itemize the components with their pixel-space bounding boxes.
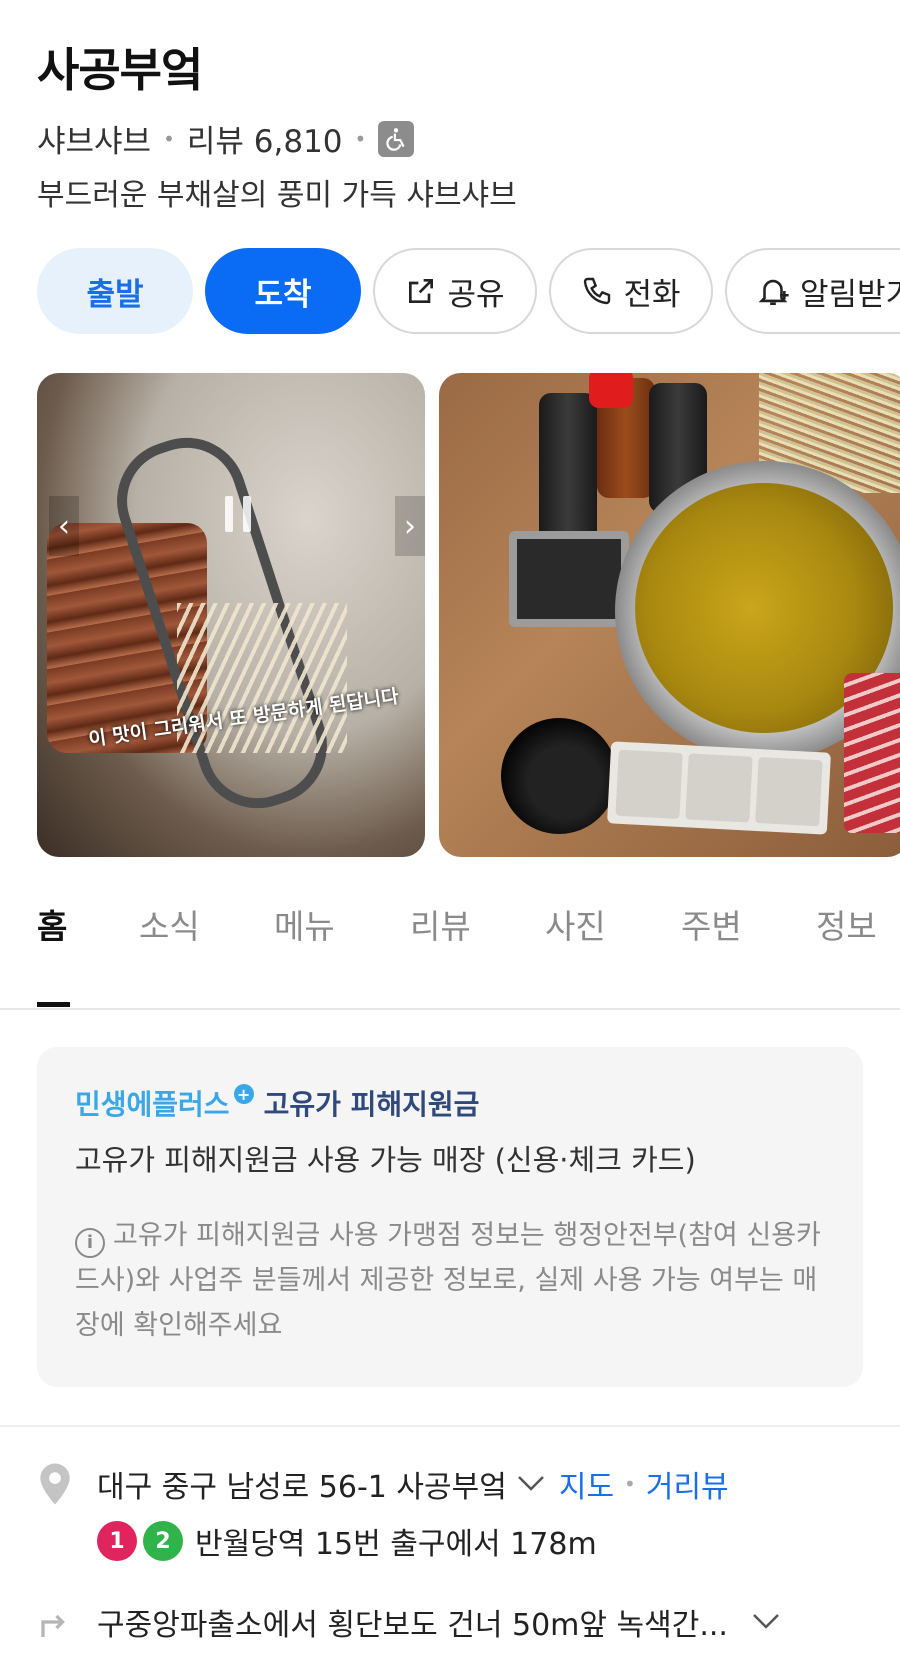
promo-brand-logo: 민생에플러스 + 고유가 피해지원금 <box>75 1083 479 1123</box>
tab-photos[interactable]: 사진 <box>545 900 606 948</box>
promo-note-text: 고유가 피해지원금 사용 가맹점 정보는 행정안전부(참여 신용카드사)와 사업… <box>75 1220 821 1341</box>
tab-news[interactable]: 소식 <box>139 900 200 948</box>
address-row: 대구 중구 남성로 56-1 사공부엌 지도 • 거리뷰 <box>37 1462 729 1506</box>
sauce-tray-image <box>607 741 831 835</box>
promo-title: 고유가 피해지원금 사용 가능 매장 (신용·체크 카드) <box>75 1143 696 1177</box>
directions-row[interactable]: 구중앙파출소에서 횡단보도 건너 50m앞 녹색간... <box>37 1600 780 1644</box>
raw-beef-image <box>844 673 900 833</box>
review-count-link[interactable]: 리뷰 6,810 <box>187 116 343 161</box>
tab-home[interactable]: 홈 <box>37 900 67 948</box>
place-name: 사공부엌 <box>37 43 203 97</box>
call-button[interactable]: 전화 <box>549 248 713 334</box>
alert-label: 알림받기 <box>799 276 900 313</box>
tab-menu[interactable]: 메뉴 <box>274 900 335 948</box>
alert-button[interactable]: 알림받기 <box>725 248 900 334</box>
chevron-down-icon[interactable] <box>517 1469 545 1499</box>
place-meta: 샤브샤브 • 리뷰 6,810 • <box>37 116 415 161</box>
tab-reviews[interactable]: 리뷰 <box>410 900 471 948</box>
photo-thumbnail[interactable] <box>439 373 900 857</box>
depart-button[interactable]: 출발 <box>37 248 193 334</box>
arrive-button[interactable]: 도착 <box>205 248 361 334</box>
map-link[interactable]: 지도 <box>559 1462 614 1506</box>
sauce-bottle-image <box>539 393 597 543</box>
street-view-link[interactable]: 거리뷰 <box>646 1462 729 1506</box>
category-label: 샤브샤브 <box>37 124 152 160</box>
wheelchair-icon <box>378 120 415 157</box>
subway-row: 1 2 반월당역 15번 출구에서 178m <box>97 1519 597 1563</box>
tab-info[interactable]: 정보 <box>816 900 877 948</box>
info-icon: i <box>75 1227 105 1258</box>
call-label: 전화 <box>623 276 681 313</box>
promo-note: i 고유가 피해지원금 사용 가맹점 정보는 행정안전부(참여 신용카드사)와 사… <box>75 1213 835 1348</box>
location-pin-icon <box>40 1463 70 1505</box>
burner-image <box>509 531 629 627</box>
tab-bar: 홈 소식 메뉴 리뷰 사진 주변 정보 <box>0 860 900 1010</box>
place-description: 부드러운 부채살의 풍미 가득 샤브샤브 <box>37 178 517 213</box>
station-distance: 반월당역 15번 출구에서 178m <box>195 1527 597 1562</box>
directions-text: 구중앙파출소에서 횡단보도 건너 50m앞 녹색간... <box>97 1608 728 1643</box>
brand-subtitle: 고유가 피해지원금 <box>263 1088 480 1121</box>
turn-arrow-icon <box>41 1614 65 1637</box>
photo-carousel[interactable]: 이 맛이 그리워서 또 방문하게 된답니다 ‹ › <box>37 373 900 857</box>
subway-line-2-badge: 2 <box>143 1521 183 1561</box>
bell-plus-icon <box>758 279 789 306</box>
chevron-down-icon[interactable] <box>752 1607 780 1637</box>
separator-dot: • <box>163 126 175 151</box>
chevron-right-icon[interactable]: › <box>395 496 425 556</box>
tab-nearby[interactable]: 주변 <box>681 900 742 948</box>
section-divider <box>0 1425 900 1427</box>
plus-icon: + <box>233 1084 254 1104</box>
address-text[interactable]: 대구 중구 남성로 56-1 사공부엌 <box>97 1462 507 1506</box>
separator-dot: • <box>354 126 367 151</box>
support-fund-card[interactable]: 민생에플러스 + 고유가 피해지원금 고유가 피해지원금 사용 가능 매장 (신… <box>37 1047 863 1387</box>
bowl-image <box>501 718 617 834</box>
share-label: 공유 <box>447 276 505 313</box>
chevron-left-icon[interactable]: ‹ <box>49 496 79 556</box>
active-tab-indicator <box>37 1002 70 1007</box>
action-buttons: 출발 도착 공유 전화 알림받기 <box>37 248 900 336</box>
bottle-cap-image <box>589 373 633 408</box>
subway-line-1-badge: 1 <box>97 1521 137 1561</box>
share-button[interactable]: 공유 <box>373 248 537 334</box>
phone-icon <box>584 277 611 305</box>
separator-dot: • <box>624 1472 636 1496</box>
video-thumbnail[interactable]: 이 맛이 그리워서 또 방문하게 된답니다 ‹ › <box>37 373 425 857</box>
share-icon <box>409 279 434 303</box>
pause-icon[interactable] <box>225 496 251 532</box>
brand-name: 민생에플러스 <box>75 1088 230 1121</box>
